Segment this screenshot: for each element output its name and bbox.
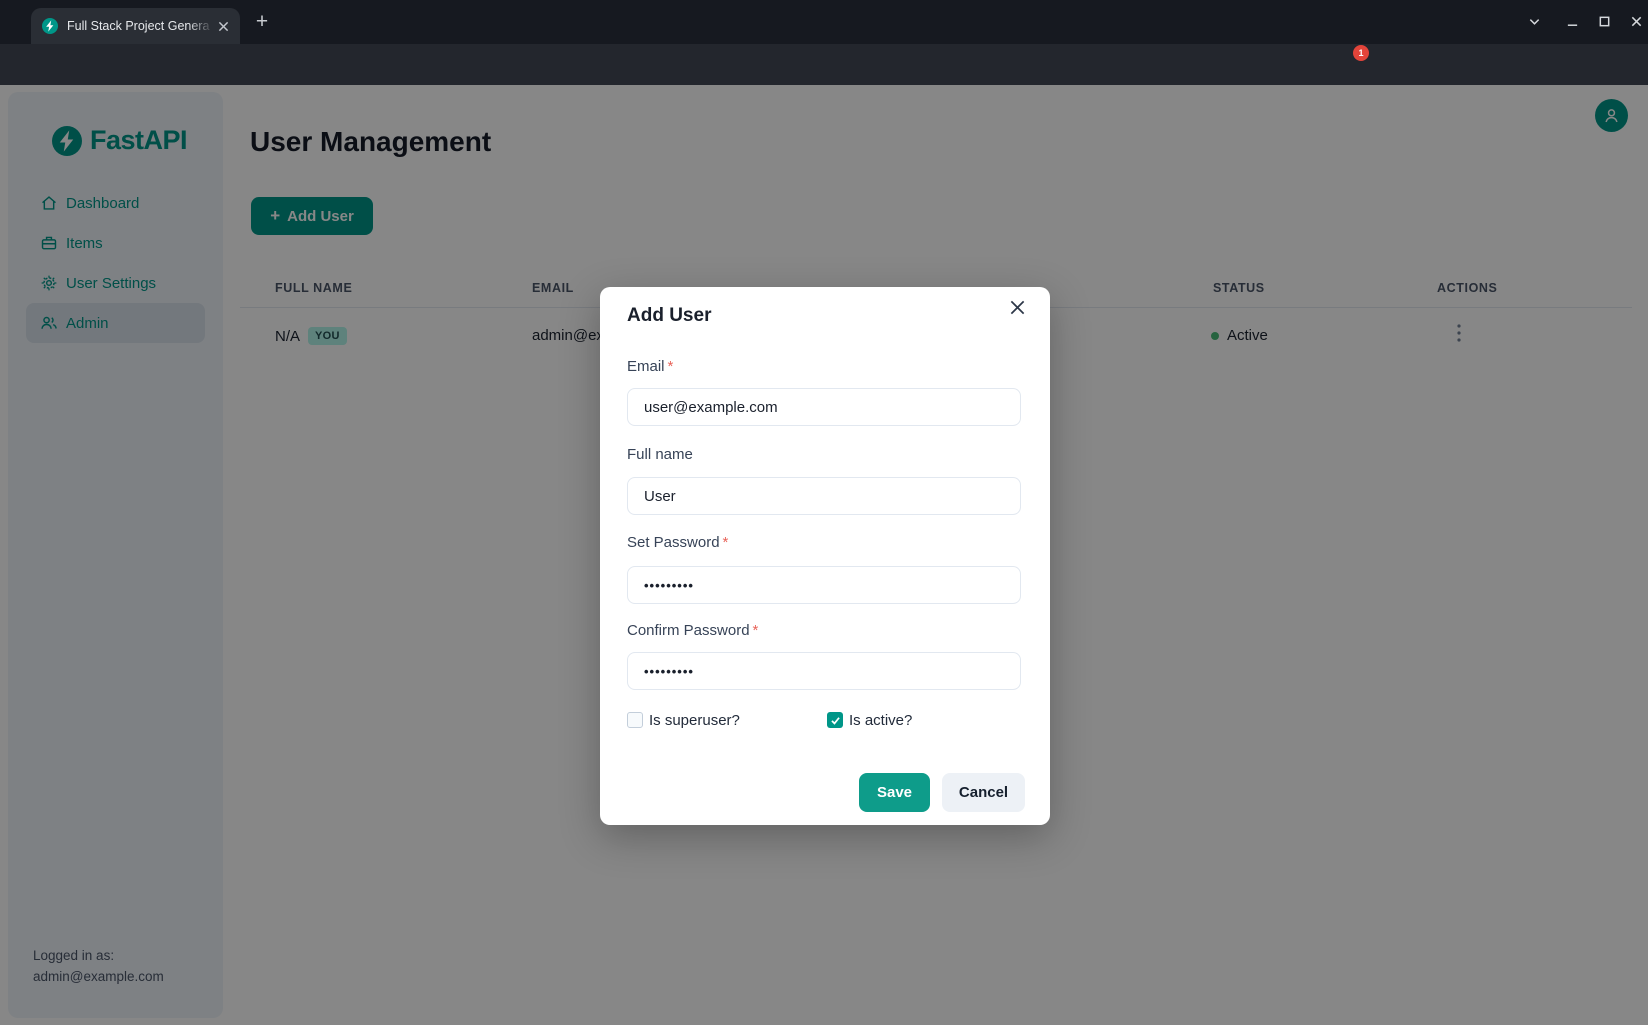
window-maximize-button[interactable]: [1592, 9, 1616, 33]
tab-close-icon[interactable]: [214, 17, 232, 35]
set-password-label: Set Password*: [627, 534, 728, 551]
required-asterisk: *: [753, 622, 759, 639]
is-active-label: Is active?: [849, 712, 912, 729]
new-tab-button[interactable]: +: [250, 11, 274, 35]
confirm-password-label: Confirm Password*: [627, 622, 758, 639]
window-minimize-button[interactable]: [1560, 9, 1584, 33]
cancel-button[interactable]: Cancel: [942, 773, 1025, 812]
required-asterisk: *: [723, 534, 729, 551]
confirm-password-field[interactable]: [627, 652, 1021, 690]
rewards-notification-badge[interactable]: 1: [1353, 45, 1369, 61]
tab-title: Full Stack Project Genera: [67, 19, 214, 33]
check-icon: [830, 715, 841, 726]
required-asterisk: *: [668, 358, 674, 375]
tab-strip: Full Stack Project Genera +: [0, 0, 1648, 44]
window-close-button[interactable]: [1624, 9, 1648, 33]
browser-tab[interactable]: Full Stack Project Genera: [31, 8, 240, 44]
full-name-label: Full name: [627, 446, 693, 463]
modal-close-icon[interactable]: [1004, 294, 1030, 320]
modal-title: Add User: [627, 305, 711, 327]
email-field[interactable]: [627, 388, 1021, 426]
fastapi-favicon-icon: [42, 18, 58, 34]
full-name-field[interactable]: [627, 477, 1021, 515]
checkbox-row: Is superuser? Is active?: [600, 711, 1050, 731]
email-label: Email*: [627, 358, 673, 375]
set-password-field[interactable]: [627, 566, 1021, 604]
is-superuser-label: Is superuser?: [649, 712, 740, 729]
is-superuser-checkbox[interactable]: [627, 712, 643, 728]
browser-toolbar: localhost/admin 1: [0, 44, 1648, 85]
is-active-checkbox[interactable]: [827, 712, 843, 728]
browser-window: Full Stack Project Genera +: [0, 0, 1648, 1025]
add-user-modal: Add User Email* Full name Set Password* …: [600, 287, 1050, 825]
tab-search-chevron-icon[interactable]: [1522, 9, 1546, 33]
save-button[interactable]: Save: [859, 773, 930, 812]
